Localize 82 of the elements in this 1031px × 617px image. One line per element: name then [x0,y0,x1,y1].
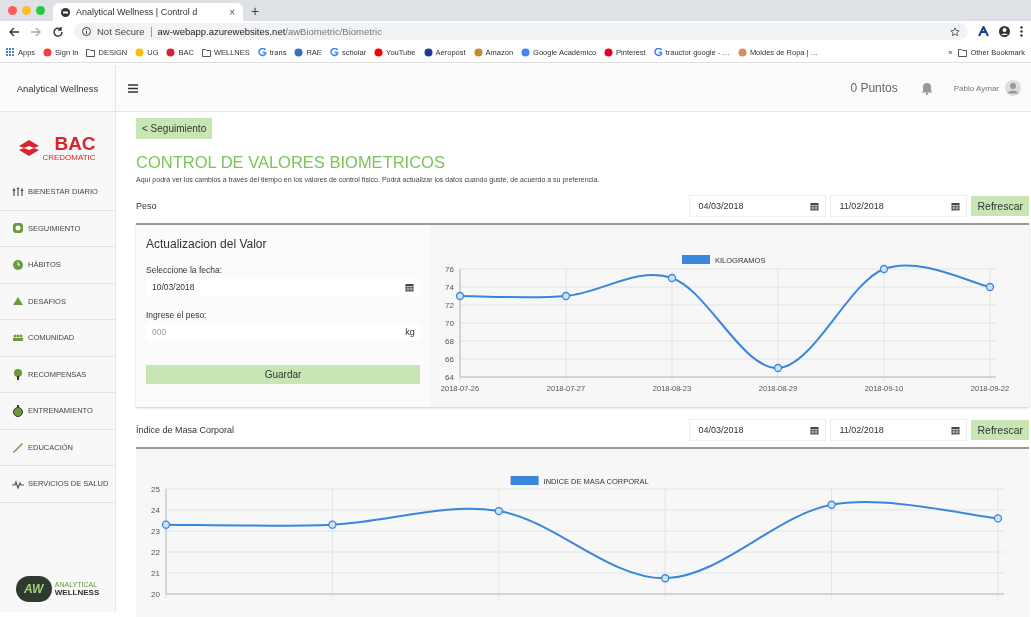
menu-item-icon [12,295,24,308]
form-title: Actualizacion del Valor [146,237,268,251]
data-point [879,264,889,274]
reload-icon[interactable] [52,25,64,38]
axis-label: 22 [151,548,160,557]
user-name[interactable]: Pablo Aymar [953,83,999,93]
back-button[interactable]: < Seguimiento [136,118,213,139]
axis-label: 20 [151,590,160,599]
avatar-icon[interactable] [1005,80,1021,96]
data-point [455,291,465,301]
menu-item-icon [12,368,24,381]
address-bar[interactable]: Not Secure aw-webapp.azurewebsites.net/awBiometric/Biometric [74,23,968,40]
section-label: Peso [136,201,158,211]
back-arrow-icon[interactable] [8,25,20,38]
calendar-icon[interactable] [951,425,961,435]
data-point [561,291,571,301]
folder-icon [86,47,96,57]
logo-text: WELLNESS [54,588,100,597]
field-label: Seleccione la fecha: [146,265,224,275]
calendar-icon[interactable] [951,201,961,211]
date-field[interactable]: 11/02/2018 [830,195,968,217]
calendar-icon[interactable] [405,282,414,292]
date-field[interactable]: 04/03/2018 [689,195,827,217]
data-point [328,520,337,529]
menu-item-icon [12,185,24,198]
browser-tab[interactable]: Analytical Wellness | Control d × [53,3,243,21]
refresh-button[interactable]: Refrescar [971,420,1029,440]
points-counter: 0 Puntos [850,81,898,95]
axis-label: 72 [445,301,454,310]
page-title: CONTROL DE VALORES BIOMETRICOS [136,153,446,172]
axis-label: 64 [445,373,454,382]
logo-text: BAC [54,134,96,153]
data-point [494,506,503,516]
more-options-icon[interactable] [1020,26,1023,37]
axis-label: 23 [151,527,160,536]
date-input-field[interactable]: 10/03/2018 [146,278,420,296]
data-point [773,363,783,373]
axis-label: 74 [445,283,454,292]
calendar-icon[interactable] [810,425,820,435]
data-point [985,282,995,292]
info-icon[interactable] [82,27,91,36]
profile-icon[interactable] [999,26,1010,37]
folder-icon [201,47,211,57]
weight-input-field[interactable]: 000 kg [146,323,420,341]
logo-badge: AW [15,576,52,602]
data-point [993,514,1003,523]
field-label: Ingrese el peso: [146,310,208,320]
axis-label: 25 [151,485,160,494]
new-tab-button[interactable]: + [251,2,260,19]
section-label: Índice de Masa Corporal [136,425,236,435]
folder-icon [958,47,968,57]
data-point [827,500,836,509]
menu-item-icon [12,258,24,271]
axis-label: 24 [151,506,160,515]
g-logo-icon [653,47,663,57]
date-field[interactable]: 11/02/2018 [830,419,968,441]
apps-grid-icon [6,47,15,57]
refresh-button[interactable]: Refrescar [971,196,1029,216]
data-point [667,273,677,283]
menu-item-icon [12,441,24,454]
logo-icon [19,140,40,156]
menu-item-icon [12,404,24,417]
logo-subtext: CREDOMATIC [42,152,96,162]
g-logo-icon [329,47,339,57]
axis-label: 66 [445,355,454,364]
g-logo-icon [257,47,267,57]
axis-label: 76 [445,265,454,274]
data-point [161,520,171,529]
axis-label: 68 [445,337,454,346]
menu-item-icon [12,222,24,235]
data-point [661,574,670,583]
bell-icon[interactable] [919,81,934,95]
star-icon[interactable] [950,26,960,37]
save-button[interactable]: Guardar [146,365,420,384]
axis-label: 21 [151,569,160,578]
axis-label: 70 [445,319,454,328]
calendar-icon[interactable] [810,201,820,211]
app-brand: Analytical Wellness [0,65,116,111]
date-field[interactable]: 04/03/2018 [689,419,827,441]
menu-icon[interactable] [128,83,138,93]
translate-icon[interactable] [978,26,989,37]
site-favicon-icon [61,7,70,17]
